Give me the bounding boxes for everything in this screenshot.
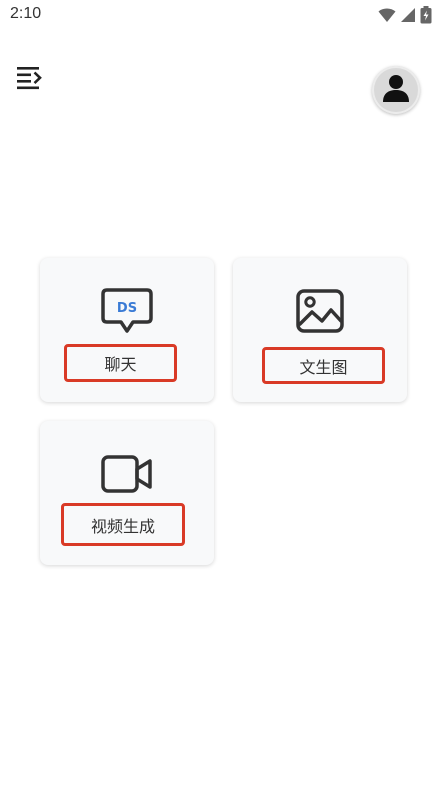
battery-charging-icon xyxy=(420,6,432,24)
status-bar: 2:10 xyxy=(0,0,446,30)
menu-button[interactable] xyxy=(12,62,48,98)
video-camera-icon xyxy=(100,447,154,501)
chat-label-highlight: 聊天 xyxy=(64,344,177,382)
menu-collapse-icon xyxy=(15,64,45,96)
card-video-generation[interactable]: 视频生成 xyxy=(40,421,214,565)
signal-icon xyxy=(400,7,416,23)
text-to-image-label-highlight: 文生图 xyxy=(262,347,385,384)
image-icon xyxy=(293,284,347,338)
ds-chat-bubble-icon: DS xyxy=(100,284,154,338)
video-generation-label-highlight: 视频生成 xyxy=(61,503,185,546)
card-text-to-image-label: 文生图 xyxy=(299,357,348,377)
status-time: 2:10 xyxy=(10,5,42,22)
ds-icon-text: DS xyxy=(117,301,137,316)
card-chat-label: 聊天 xyxy=(104,355,137,374)
avatar-button[interactable] xyxy=(372,66,420,114)
card-video-generation-label: 视频生成 xyxy=(90,516,155,536)
card-chat[interactable]: DS 聊天 xyxy=(40,258,214,402)
status-icons xyxy=(378,5,432,25)
wifi-icon xyxy=(378,7,396,23)
person-icon xyxy=(382,73,410,107)
card-text-to-image[interactable]: 文生图 xyxy=(233,258,407,402)
